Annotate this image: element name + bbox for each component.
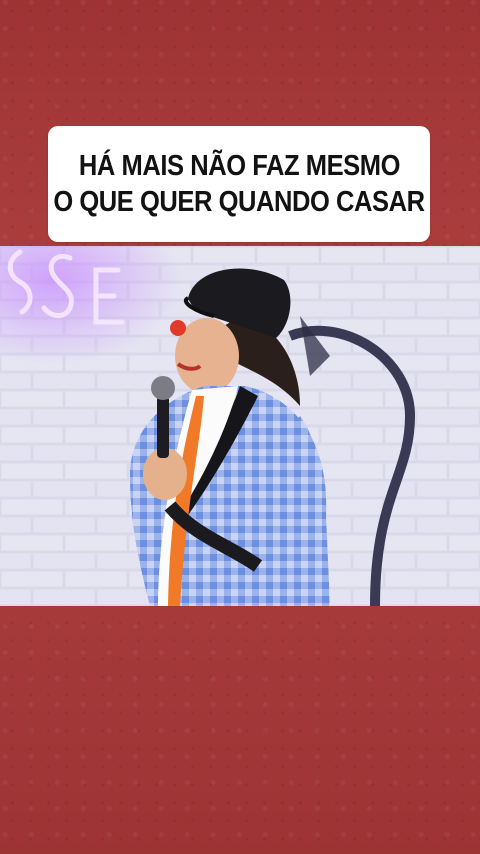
microphone-head	[151, 376, 175, 400]
video-frame[interactable]	[0, 246, 480, 606]
caption-line-1: HÁ MAIS NÃO FAZ MESMO	[78, 150, 400, 182]
caption-box: HÁ MAIS NÃO FAZ MESMO O QUE QUER QUANDO …	[48, 126, 430, 242]
video-scene	[0, 246, 480, 606]
microphone	[157, 396, 169, 458]
caption-line-2: O QUE QUER QUANDO CASAR	[53, 186, 425, 218]
clown-nose	[170, 320, 186, 336]
